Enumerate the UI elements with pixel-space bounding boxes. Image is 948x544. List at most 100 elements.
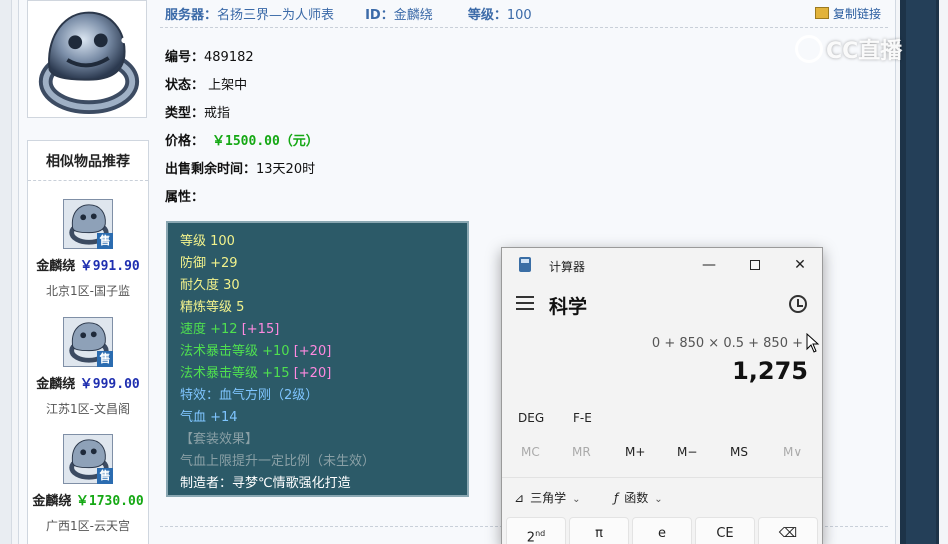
attributes-field: 属性： [165,186,204,205]
trig-label: 三角学 [530,491,567,505]
func-label: 函数 [624,491,649,505]
similar-items-panel: 相似物品推荐 售 金麟绕 ￥991.90 北京1区-国子监 售 金麟绕 ￥999… [27,140,149,544]
stream-watermark: CC直播 [795,33,902,65]
backspace-key[interactable]: ⌫ [758,517,818,544]
attribute-line: 精炼等级 5 [180,300,245,315]
server-name: 北京1区-国子监 [46,284,130,298]
minimize-button[interactable]: — [686,248,732,282]
calculator-mode: 科学 [549,296,588,318]
calculator-title: 计算器 [549,260,586,274]
item-image [27,0,147,118]
chevron-down-icon: ⌄ [572,494,581,505]
server-label: 服务器： [165,8,218,23]
price-value: ￥1500.00（元） [212,134,319,149]
id-value: 金麟绕 [393,8,433,23]
sold-badge: 售 [97,233,113,249]
attribute-line: 防御 +29 [180,256,238,271]
status-field: 状态： 上架中 [165,74,247,93]
code-value: 489182 [204,50,254,65]
deg-toggle[interactable]: DEG [518,411,544,425]
maximize-icon [750,260,760,270]
memory-recall-button[interactable]: MR [572,445,591,459]
ring-icon [38,11,140,115]
maximize-button[interactable] [732,248,778,282]
backspace-icon: ⌫ [778,526,798,541]
ring-thumbnail[interactable]: 售 [63,317,113,367]
close-button[interactable]: ✕ [777,248,823,282]
similar-price: ￥991.90 [79,259,140,274]
copy-link-button[interactable]: 复制链接 [815,5,881,22]
attributes-box: 等级 100 防御 +29 耐久度 30 精炼等级 5 速度 +12 [+15]… [166,221,469,497]
copy-link-label: 复制链接 [833,7,882,21]
watermark-text: CC直播 [826,39,903,64]
similar-item[interactable]: 售 金麟绕 ￥1730.00 广西1区-云天宫 [28,434,148,544]
attribute-bonus: [+20] [293,344,332,359]
time-value: 13天20时 [256,162,316,177]
listing-header: 服务器：名扬三界—为人师表 ID：金麟绕 等级：100 [165,4,532,23]
time-remaining-field: 出售剩余时间：13天20时 [165,158,315,177]
seller-name: 金麟绕 [32,494,72,509]
calculator-titlebar[interactable]: 计算器 — ✕ [502,248,822,282]
attribute-line: 【套装效果】 [180,432,259,447]
similar-item[interactable]: 售 金麟绕 ￥999.00 江苏1区-文昌阁 [28,317,148,427]
fe-toggle[interactable]: F-E [573,411,592,425]
attributes-label: 属性： [165,190,205,205]
attribute-line: 制造者：寻梦℃情歌强化打造 [180,476,351,491]
attribute-line: 速度 +12 [+15] [180,320,467,342]
time-label: 出售剩余时间： [165,162,257,177]
attribute-line: 特效：血气方刚（2级） [180,388,319,403]
attribute-bonus: [+20] [293,366,332,381]
attribute-line: 气血上限提升一定比例（未生效） [180,454,376,469]
memory-add-button[interactable]: M+ [625,445,645,459]
menu-icon[interactable] [516,296,534,310]
status-value: 上架中 [208,78,248,93]
seller-name: 金麟绕 [36,259,76,274]
similar-price: ￥999.00 [79,377,140,392]
calculator-app-icon [519,257,531,272]
triangle-icon: ⊿ [514,491,525,505]
similar-item[interactable]: 售 金麟绕 ￥991.90 北京1区-国子监 [28,199,148,309]
attribute-line: 等级 100 [180,234,235,249]
history-icon[interactable] [789,295,807,313]
pi-key[interactable]: π [569,517,629,544]
copy-link-icon [815,7,829,19]
code-label: 编号： [165,50,205,65]
calculator-window[interactable]: 计算器 — ✕ 科学 0 + 850 × 0.5 + 850 + 1,275 D… [501,247,823,544]
trigonometry-dropdown[interactable]: ⊿ 三角学 ⌄ [514,489,580,506]
price-field: 价格： ￥1500.00（元） [165,130,319,149]
similar-items-title: 相似物品推荐 [28,141,148,181]
memory-clear-button[interactable]: MC [521,445,540,459]
ring-thumbnail[interactable]: 售 [63,199,113,249]
left-rail [0,0,12,544]
cc-logo-icon [795,35,823,63]
calculator-divider [502,477,822,478]
attribute-bonus: [+15] [241,322,280,337]
clear-entry-key[interactable]: CE [695,517,755,544]
euler-key[interactable]: e [632,517,692,544]
sold-badge: 售 [97,351,113,367]
sold-badge: 售 [97,468,113,484]
server-name: 广西1区-云天宫 [46,519,130,533]
memory-store-button[interactable]: MS [730,445,748,459]
function-dropdown[interactable]: ƒ 函数 ⌄ [614,489,663,506]
server-name: 江苏1区-文昌阁 [46,402,130,416]
attribute-text: 法术暴击等级 +10 [180,344,290,359]
attribute-line: 法术暴击等级 +15 [+20] [180,364,467,386]
chevron-down-icon: ⌄ [654,494,663,505]
calculator-expression: 0 + 850 × 0.5 + 850 + [651,336,803,351]
seller-name: 金麟绕 [36,377,76,392]
second-function-key[interactable]: 2nd [506,517,566,544]
mouse-cursor-icon [806,333,820,353]
memory-list-button[interactable]: M∨ [783,445,802,459]
memory-subtract-button[interactable]: M− [677,445,697,459]
attribute-text: 法术暴击等级 +15 [180,366,290,381]
ring-thumbnail[interactable]: 售 [63,434,113,484]
header-divider [160,27,888,28]
attribute-line: 气血 +14 [180,410,238,425]
window-edge [939,0,948,544]
price-label: 价格： [165,134,205,149]
level-label: 等级： [467,8,507,23]
desktop-strip [906,0,936,544]
server-value: 名扬三界—为人师表 [217,8,335,23]
status-label: 状态： [165,78,205,93]
